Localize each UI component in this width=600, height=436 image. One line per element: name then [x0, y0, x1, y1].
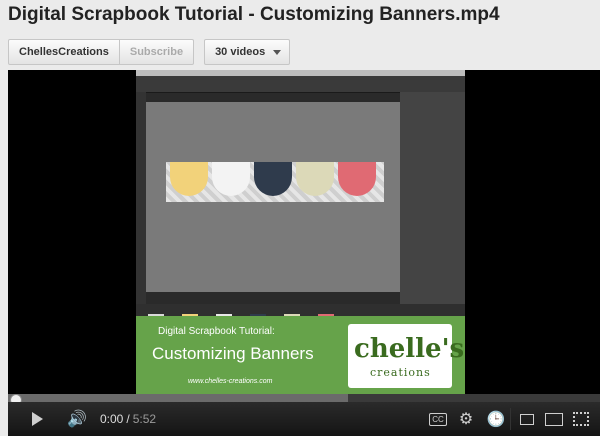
volume-button[interactable]: 🔊	[64, 402, 90, 436]
fullscreen-button[interactable]	[570, 402, 592, 436]
banner-flag	[254, 162, 292, 196]
player-controls: 🔊 0:00 / 5:52 CC ⚙ 🕒	[8, 402, 600, 436]
promo-subtitle: Digital Scrapbook Tutorial:	[158, 326, 275, 337]
progress-bar[interactable]	[8, 394, 600, 402]
captions-button[interactable]: CC	[428, 402, 448, 436]
promo-url: www.chelles-creations.com	[188, 378, 273, 385]
large-player-button[interactable]	[542, 402, 566, 436]
duration: 5:52	[132, 412, 157, 426]
editor-tools-graphic	[136, 92, 146, 330]
large-player-icon	[545, 412, 563, 426]
time-separator: /	[126, 412, 130, 426]
small-player-button[interactable]	[516, 402, 538, 436]
channel-toolbar: ChellesCreations Subscribe 30 videos	[8, 38, 291, 66]
banner-graphic	[166, 162, 384, 202]
videos-dropdown[interactable]: 30 videos	[204, 39, 291, 65]
watch-later-button[interactable]: 🕒	[486, 402, 506, 436]
controls-divider	[510, 408, 511, 430]
settings-button[interactable]: ⚙	[456, 402, 476, 436]
editor-layers-panel-graphic	[400, 92, 465, 330]
video-player[interactable]: Digital Scrapbook Tutorial: Customizing …	[8, 70, 600, 436]
play-icon	[31, 412, 43, 426]
buffered-bar	[8, 394, 348, 402]
video-frame[interactable]: Digital Scrapbook Tutorial: Customizing …	[136, 70, 465, 396]
editor-menubar-graphic	[136, 70, 465, 76]
chelles-creations-logo: chelle's creations	[348, 324, 464, 388]
banner-flag	[338, 162, 376, 196]
tutorial-promo-banner: Digital Scrapbook Tutorial: Customizing …	[136, 316, 465, 396]
chevron-down-icon	[273, 49, 282, 55]
fullscreen-icon	[573, 412, 589, 426]
gear-icon: ⚙	[458, 411, 474, 428]
clock-icon: 🕒	[486, 411, 506, 428]
current-time: 0:00	[100, 412, 124, 426]
logo-sub-text: creations	[370, 366, 431, 379]
banner-flag	[296, 162, 334, 196]
play-button[interactable]	[26, 402, 48, 436]
small-player-icon	[520, 413, 534, 425]
videos-dropdown-label: 30 videos	[215, 46, 266, 58]
subscribe-button[interactable]: Subscribe	[119, 39, 195, 65]
banner-flag	[170, 162, 208, 196]
logo-main-text: chelle's	[354, 334, 465, 364]
volume-icon: 🔊	[67, 411, 87, 428]
closed-captions-icon: CC	[429, 412, 447, 426]
channel-button[interactable]: ChellesCreations	[8, 39, 120, 65]
editor-canvas-graphic	[146, 102, 400, 292]
video-title: Digital Scrapbook Tutorial - Customizing…	[8, 4, 500, 25]
time-display: 0:00 / 5:52	[100, 402, 156, 436]
banner-flag	[212, 162, 250, 196]
promo-title: Customizing Banners	[152, 344, 314, 363]
